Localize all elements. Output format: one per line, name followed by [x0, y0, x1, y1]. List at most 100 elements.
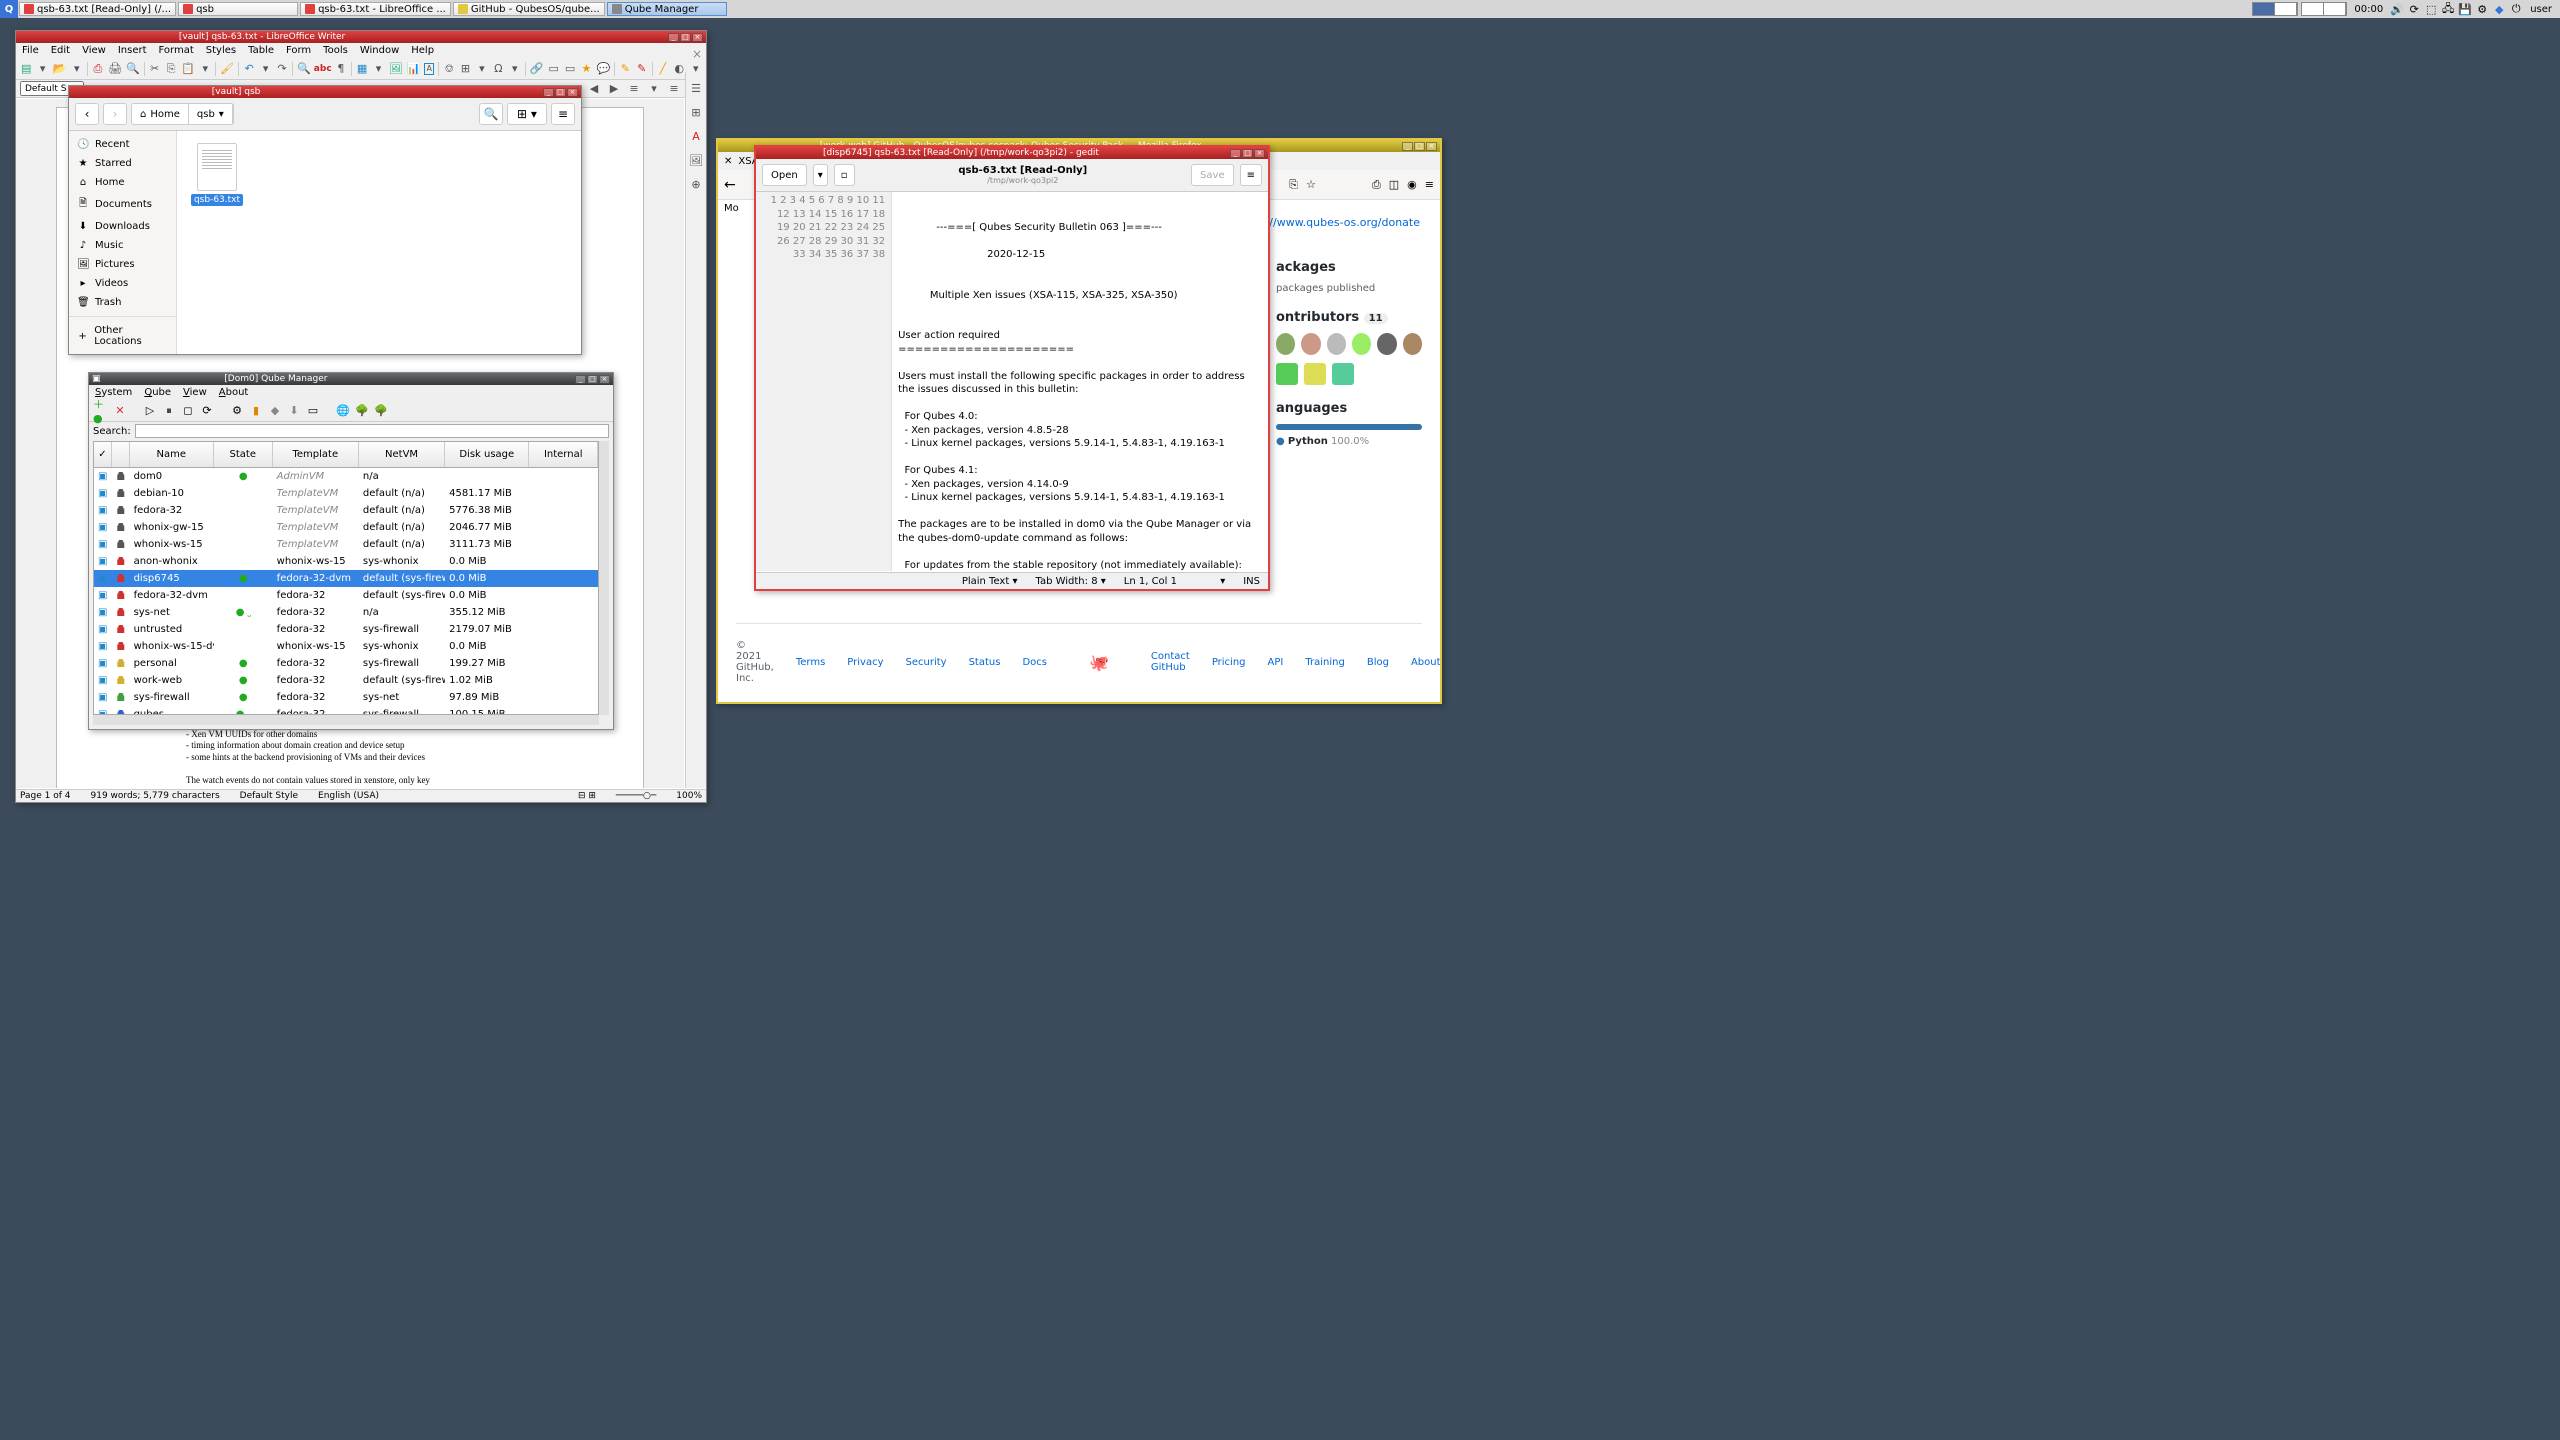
restart-icon[interactable]: ⟳ [199, 403, 215, 419]
bookmark-icon[interactable]: ▭ [564, 61, 576, 77]
pagebreak-icon[interactable]: ⎊ [443, 61, 455, 77]
update-icon[interactable]: ⬇ [286, 403, 302, 419]
workspace-switcher[interactable] [2252, 2, 2298, 16]
sidebar-item[interactable]: +Other Locations [69, 316, 176, 351]
maximize-button[interactable]: □ [1414, 142, 1425, 151]
footer-link[interactable]: Pricing [1212, 657, 1246, 668]
search-input[interactable] [135, 424, 609, 438]
menu-item[interactable]: Styles [206, 45, 236, 56]
volume-icon[interactable]: 🔊 [2390, 2, 2404, 16]
menu-item[interactable]: Qube [144, 387, 171, 398]
titlebar[interactable]: ▣ [Dom0] Qube Manager _□× [89, 373, 613, 385]
titlebar[interactable]: [vault] qsb _□× [69, 86, 581, 98]
footer-link[interactable]: Privacy [847, 657, 883, 668]
sb-navigator-icon[interactable]: ⊕ [688, 176, 704, 192]
open-button[interactable]: Open [762, 164, 807, 186]
footer-link[interactable]: Docs [1022, 657, 1047, 668]
minimize-button[interactable]: _ [575, 375, 586, 384]
settings-icon[interactable]: ⚙ [229, 403, 245, 419]
path-home[interactable]: ⌂ Home [132, 104, 189, 124]
titlebar[interactable]: [disp6745] qsb-63.txt [Read-Only] (/tmp/… [756, 147, 1268, 159]
close-tab-icon[interactable]: ✕ [724, 156, 732, 167]
footer-link[interactable]: Status [969, 657, 1001, 668]
shapes-icon[interactable]: ◐ [673, 61, 685, 77]
textbox-icon[interactable]: A [424, 63, 434, 75]
table-row[interactable]: ▣fedora-32-dvmfedora-32default (sys-fire… [94, 587, 598, 604]
track2-icon[interactable]: ✎ [636, 61, 648, 77]
footer-link[interactable]: Security [906, 657, 947, 668]
text-view[interactable]: 1 2 3 4 5 6 7 8 9 10 11 12 13 14 15 16 1… [756, 192, 1268, 571]
menu-item[interactable]: About [219, 387, 249, 398]
open-recent-button[interactable]: ▾ [813, 164, 828, 186]
user-label[interactable]: user [2526, 4, 2556, 15]
minimize-button[interactable]: _ [1402, 142, 1413, 151]
table-row[interactable]: ▣untrustedfedora-32sys-firewall2179.07 M… [94, 621, 598, 638]
table-row[interactable]: ▣whonix-ws-15TemplateVMdefault (n/a)3111… [94, 536, 598, 553]
table-row[interactable]: ▣sys-net● ⎵fedora-32n/a355.12 MiB [94, 604, 598, 621]
status-pos[interactable]: Ln 1, Col 1 ▾ [1124, 576, 1225, 587]
table-row[interactable]: ▣work-web●fedora-32default (sys-firewall… [94, 672, 598, 689]
maximize-button[interactable]: □ [587, 375, 598, 384]
search-button[interactable]: 🔍 [479, 103, 503, 125]
menu-item[interactable]: File [22, 45, 39, 56]
footer-link[interactable]: API [1268, 657, 1284, 668]
power-icon[interactable]: ⏻ [2509, 2, 2523, 16]
sidebar-item[interactable]: 🕓Recent [69, 135, 176, 154]
open-icon[interactable]: 📂 [53, 61, 67, 77]
devices-icon[interactable]: ⚙ [2475, 2, 2489, 16]
sidebar-item[interactable]: 🗎Documents [69, 192, 176, 217]
back-button[interactable]: ‹ [75, 103, 99, 125]
global-settings-icon[interactable]: 🌐 [335, 403, 351, 419]
column-header[interactable]: Name [130, 442, 214, 467]
linespacing-icon[interactable]: ≡ [626, 81, 642, 97]
indent-icon[interactable]: ▶ [606, 81, 622, 97]
taskbar-item[interactable]: GitHub - QubesOS/qube... [453, 2, 605, 16]
library2-icon[interactable]: ⎙ [1372, 178, 1381, 192]
maximize-button[interactable]: □ [555, 88, 566, 97]
table-icon[interactable]: ▦ [356, 61, 368, 77]
menu-item[interactable]: View [82, 45, 106, 56]
menu-item[interactable]: Format [159, 45, 194, 56]
start-icon[interactable]: ▷ [142, 403, 158, 419]
paraspacing-icon[interactable]: ≡ [666, 81, 682, 97]
column-header[interactable]: ✓ [94, 442, 112, 467]
table-row[interactable]: ▣disp6745●fedora-32-dvmdefault (sys-fire… [94, 570, 598, 587]
clock[interactable]: 00:00 [2350, 4, 2387, 15]
forward-button[interactable]: › [103, 103, 127, 125]
close-button[interactable]: × [1254, 149, 1265, 158]
menu-item[interactable]: Edit [51, 45, 70, 56]
pause-icon[interactable]: ⏸ [161, 403, 177, 419]
column-header[interactable]: Disk usage [445, 442, 529, 467]
text-content[interactable]: ---===[ Qubes Security Bulletin 063 ]===… [892, 192, 1268, 571]
outdent-icon[interactable]: ◀ [586, 81, 602, 97]
restore-icon[interactable]: 🌳 [373, 403, 389, 419]
workspace-switcher-2[interactable] [2301, 2, 2347, 16]
close-button[interactable]: × [1426, 142, 1437, 151]
menu-item[interactable]: View [183, 387, 207, 398]
table-row[interactable]: ▣personal●fedora-32sys-firewall199.27 Mi… [94, 655, 598, 672]
pilcrow-icon[interactable]: ¶ [335, 61, 347, 77]
new-qube-icon[interactable]: ＋● [93, 403, 109, 419]
close-button[interactable]: × [692, 33, 703, 42]
doc-close-icon[interactable]: × [692, 47, 702, 61]
menu-icon[interactable]: ≡ [1425, 178, 1434, 191]
scrollbar-h[interactable] [93, 715, 599, 725]
menu-item[interactable]: Help [411, 45, 434, 56]
taskbar-item[interactable]: qsb-63.txt - LibreOffice ... [300, 2, 451, 16]
table-row[interactable]: ▣qubes● ⎵fedora-32sys-firewall100.15 MiB [94, 706, 598, 715]
disk-icon[interactable]: 💾 [2458, 2, 2472, 16]
redo-icon[interactable]: ↷ [276, 61, 288, 77]
applications-menu[interactable]: Q [0, 0, 18, 18]
column-header[interactable] [112, 442, 130, 467]
footer-link[interactable]: Blog [1367, 657, 1389, 668]
minimize-button[interactable]: _ [1230, 149, 1241, 158]
save-button[interactable]: Save [1191, 164, 1234, 186]
table-row[interactable]: ▣whonix-gw-15TemplateVMdefault (n/a)2046… [94, 519, 598, 536]
column-header[interactable]: NetVM [359, 442, 445, 467]
new-icon[interactable]: ▤ [20, 61, 32, 77]
sidebar-item[interactable]: ⬇Downloads [69, 217, 176, 236]
view-toggle[interactable]: ⊞ ▾ [507, 103, 547, 125]
contributor-avatars[interactable] [1276, 333, 1422, 355]
files-grid[interactable]: qsb-63.txt [177, 131, 581, 354]
preview-icon[interactable]: 🔍 [126, 61, 140, 77]
